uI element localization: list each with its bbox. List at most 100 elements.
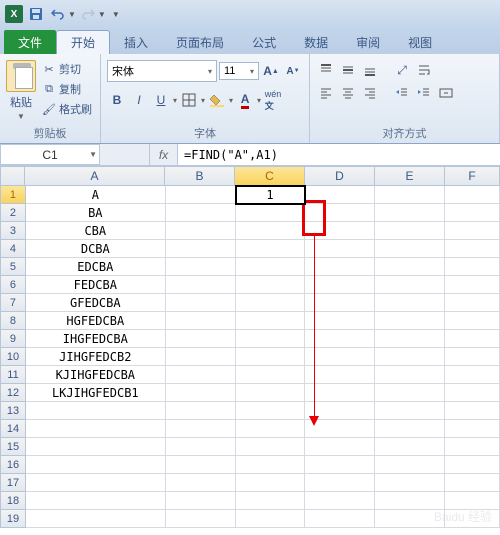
cell-D17[interactable] [305, 474, 375, 492]
cell-A18[interactable] [26, 492, 166, 510]
cell-A2[interactable]: BA [26, 204, 166, 222]
cell-C10[interactable] [236, 348, 306, 366]
cell-D15[interactable] [305, 438, 375, 456]
formula-input[interactable]: =FIND("A",A1) [178, 144, 500, 165]
cell-E12[interactable] [375, 384, 445, 402]
row-header[interactable]: 5 [0, 258, 26, 276]
row-header[interactable]: 7 [0, 294, 26, 312]
row-header[interactable]: 12 [0, 384, 26, 402]
row-header[interactable]: 11 [0, 366, 26, 384]
cell-F8[interactable] [445, 312, 500, 330]
cell-A9[interactable]: IHGFEDCBA [26, 330, 166, 348]
cell-B11[interactable] [166, 366, 236, 384]
cell-C14[interactable] [236, 420, 306, 438]
cell-F3[interactable] [445, 222, 500, 240]
cell-A7[interactable]: GFEDCBA [26, 294, 166, 312]
italic-button[interactable]: I [129, 90, 149, 110]
cell-E8[interactable] [375, 312, 445, 330]
cell-D3[interactable] [305, 222, 375, 240]
cell-D5[interactable] [305, 258, 375, 276]
increase-indent-button[interactable] [414, 83, 434, 103]
cell-C5[interactable] [236, 258, 306, 276]
cell-D9[interactable] [305, 330, 375, 348]
cell-C9[interactable] [236, 330, 306, 348]
cell-B9[interactable] [166, 330, 236, 348]
decrease-indent-button[interactable] [392, 83, 412, 103]
select-all-corner[interactable] [0, 166, 25, 186]
cell-D11[interactable] [305, 366, 375, 384]
paste-icon[interactable] [6, 60, 36, 92]
cell-B12[interactable] [166, 384, 236, 402]
orientation-button[interactable]: ⤢ [392, 60, 412, 80]
row-header[interactable]: 8 [0, 312, 26, 330]
cell-B2[interactable] [166, 204, 236, 222]
font-name-combo[interactable]: 宋体▾ [107, 60, 217, 82]
cell-B13[interactable] [166, 402, 236, 420]
cell-B14[interactable] [166, 420, 236, 438]
cell-E16[interactable] [375, 456, 445, 474]
name-box-dropdown[interactable]: ▼ [89, 150, 97, 159]
row-header[interactable]: 4 [0, 240, 26, 258]
cell-F11[interactable] [445, 366, 500, 384]
cell-B19[interactable] [166, 510, 236, 528]
cell-E18[interactable] [375, 492, 445, 510]
cell-D4[interactable] [305, 240, 375, 258]
save-button[interactable] [26, 4, 46, 24]
cell-C15[interactable] [236, 438, 306, 456]
cell-A1[interactable]: A [26, 186, 166, 204]
cell-E11[interactable] [375, 366, 445, 384]
cell-B18[interactable] [166, 492, 236, 510]
cell-D8[interactable] [305, 312, 375, 330]
tab-home[interactable]: 开始 [56, 30, 110, 54]
align-bottom-button[interactable] [360, 60, 380, 80]
cell-B1[interactable] [166, 186, 236, 204]
cell-D19[interactable] [305, 510, 375, 528]
cell-C6[interactable] [236, 276, 306, 294]
cut-button[interactable]: ✂ 剪切 [40, 60, 94, 78]
cell-C8[interactable] [236, 312, 306, 330]
cell-D2[interactable] [305, 204, 375, 222]
tab-data[interactable]: 数据 [290, 30, 342, 54]
column-header-A[interactable]: A [25, 166, 165, 186]
undo-button[interactable] [48, 4, 68, 24]
row-header[interactable]: 17 [0, 474, 26, 492]
tab-file[interactable]: 文件 [4, 30, 56, 54]
row-header[interactable]: 19 [0, 510, 26, 528]
row-header[interactable]: 16 [0, 456, 26, 474]
cell-F5[interactable] [445, 258, 500, 276]
cell-A8[interactable]: HGFEDCBA [26, 312, 166, 330]
copy-button[interactable]: ⧉ 复制 [40, 80, 94, 98]
column-header-D[interactable]: D [305, 166, 375, 186]
redo-button[interactable] [78, 4, 98, 24]
cell-D14[interactable] [305, 420, 375, 438]
cell-A4[interactable]: DCBA [26, 240, 166, 258]
cell-E5[interactable] [375, 258, 445, 276]
underline-button[interactable]: U [151, 90, 171, 110]
cell-A17[interactable] [26, 474, 166, 492]
cell-A19[interactable] [26, 510, 166, 528]
tab-page-layout[interactable]: 页面布局 [162, 30, 238, 54]
cell-C12[interactable] [236, 384, 306, 402]
cell-B7[interactable] [166, 294, 236, 312]
cell-C13[interactable] [236, 402, 306, 420]
cell-F1[interactable] [445, 186, 500, 204]
row-header[interactable]: 2 [0, 204, 26, 222]
align-left-button[interactable] [316, 83, 336, 103]
redo-dropdown[interactable]: ▼ [98, 10, 106, 19]
cell-A16[interactable] [26, 456, 166, 474]
cell-F18[interactable] [445, 492, 500, 510]
cell-F9[interactable] [445, 330, 500, 348]
cell-A3[interactable]: CBA [26, 222, 166, 240]
cell-D6[interactable] [305, 276, 375, 294]
font-size-combo[interactable]: 11▾ [219, 62, 259, 80]
cell-A5[interactable]: EDCBA [26, 258, 166, 276]
cell-F12[interactable] [445, 384, 500, 402]
cell-C3[interactable] [236, 222, 306, 240]
app-icon[interactable]: X [4, 4, 24, 24]
cell-A15[interactable] [26, 438, 166, 456]
cell-A14[interactable] [26, 420, 166, 438]
cell-E4[interactable] [375, 240, 445, 258]
cell-A13[interactable] [26, 402, 166, 420]
cell-C17[interactable] [236, 474, 306, 492]
cell-F6[interactable] [445, 276, 500, 294]
